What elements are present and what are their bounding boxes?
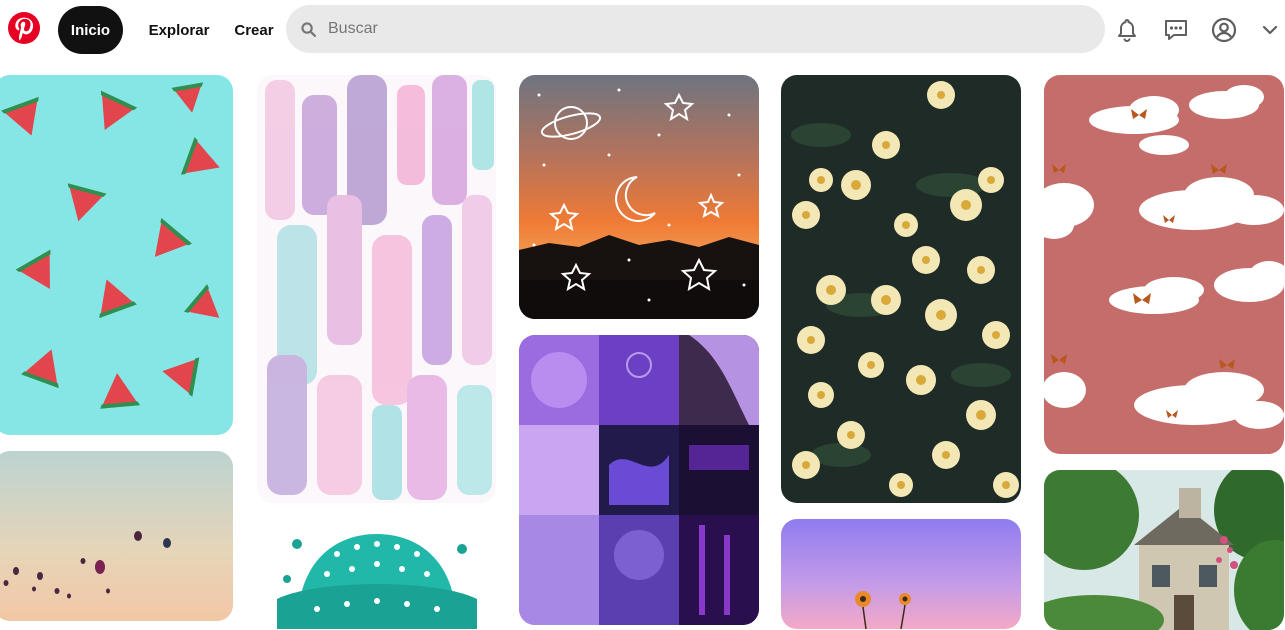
pin-watermelon[interactable] bbox=[0, 75, 233, 435]
top-navigation-bar: Inicio Explorar Crear bbox=[0, 0, 1285, 60]
nav-home-button[interactable]: Inicio bbox=[58, 6, 123, 54]
chat-icon[interactable] bbox=[1160, 14, 1192, 46]
pinterest-logo-icon[interactable] bbox=[7, 11, 41, 45]
bell-icon[interactable] bbox=[1111, 14, 1143, 46]
pin-stone-cottage[interactable] bbox=[1044, 470, 1284, 630]
search-icon bbox=[298, 19, 318, 39]
user-icon[interactable] bbox=[1208, 14, 1240, 46]
pin-pastel-brush-strokes[interactable] bbox=[257, 75, 496, 503]
chevron-down-icon[interactable] bbox=[1256, 14, 1284, 46]
pin-purple-sky-flowers[interactable] bbox=[781, 519, 1021, 629]
pin-teal-bucket-hat[interactable] bbox=[257, 519, 496, 629]
pin-hot-air-balloons[interactable] bbox=[0, 451, 233, 621]
pin-purple-collage[interactable] bbox=[519, 335, 759, 625]
pin-daisies[interactable] bbox=[781, 75, 1021, 503]
search-input[interactable] bbox=[326, 19, 1070, 39]
nav-explore-button[interactable]: Explorar bbox=[140, 6, 218, 54]
pin-pink-clouds-butterflies[interactable] bbox=[1044, 75, 1284, 454]
nav-create-button[interactable]: Crear bbox=[226, 6, 282, 54]
search-bar[interactable] bbox=[286, 5, 1105, 53]
pin-orange-sky-stars[interactable] bbox=[519, 75, 759, 319]
